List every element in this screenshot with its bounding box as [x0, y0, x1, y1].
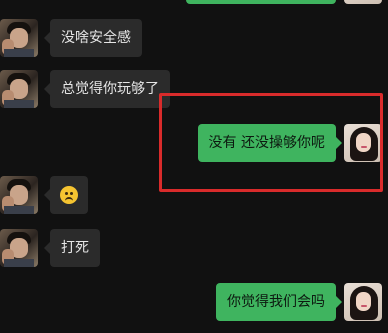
message-text: 你觉得我们会吗 [227, 294, 325, 310]
incoming-message[interactable]: 打死 [44, 229, 100, 267]
previous-message-avatar [344, 0, 382, 4]
outgoing-message[interactable]: 你觉得我们会吗 [216, 283, 342, 321]
frowning-face-icon [60, 186, 78, 204]
highlight-box [159, 93, 383, 192]
contact-avatar[interactable] [0, 229, 38, 267]
message-text: 打死 [61, 240, 89, 256]
contact-avatar[interactable] [0, 70, 38, 108]
my-avatar[interactable] [344, 283, 382, 321]
contact-avatar[interactable] [0, 19, 38, 57]
incoming-message[interactable] [44, 176, 88, 214]
message-text: 总觉得你玩够了 [61, 81, 159, 97]
message-text: 没啥安全感 [61, 30, 131, 46]
contact-avatar[interactable] [0, 176, 38, 214]
incoming-message[interactable]: 没啥安全感 [44, 19, 142, 57]
previous-message-bubble [186, 0, 336, 4]
incoming-message[interactable]: 总觉得你玩够了 [44, 70, 170, 108]
